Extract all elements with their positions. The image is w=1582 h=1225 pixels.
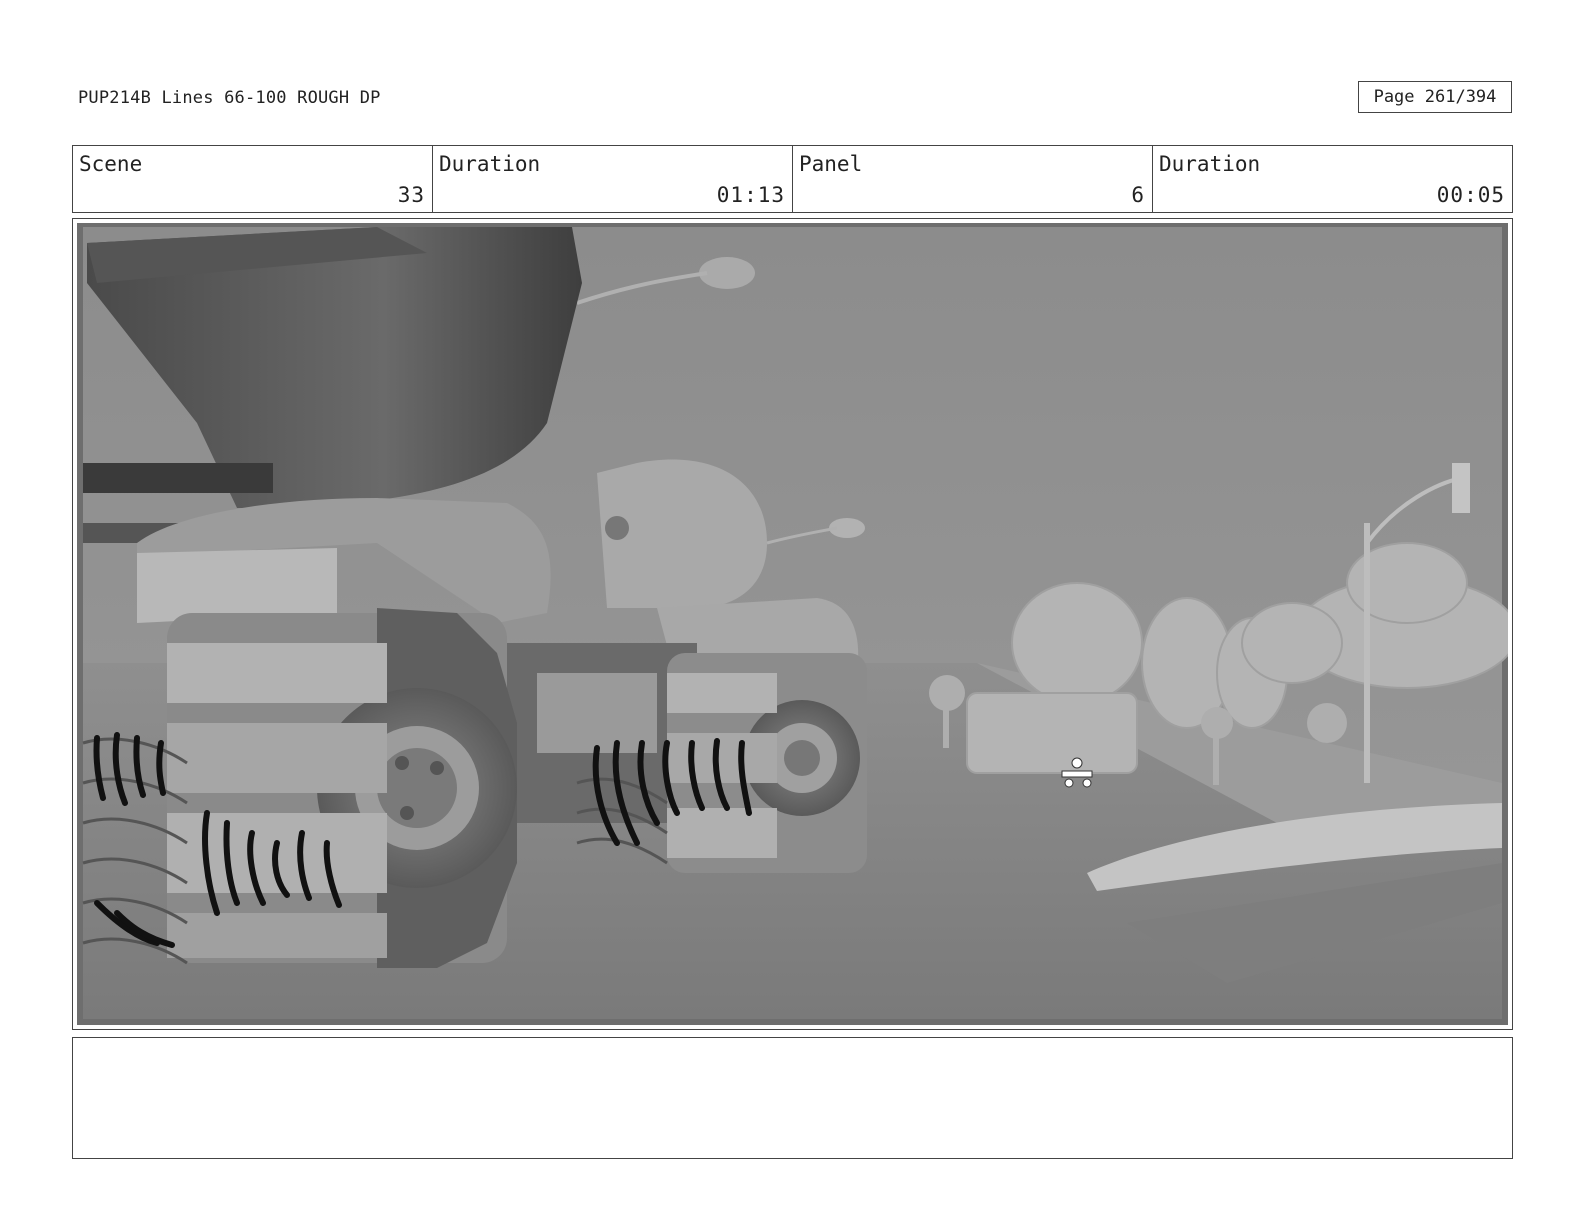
- storyboard-panel-frame: [72, 218, 1513, 1030]
- panel-cell: Panel 6: [793, 146, 1153, 212]
- document-title: PUP214B Lines 66-100 ROUGH DP: [78, 88, 381, 108]
- panel-notes-box: [72, 1037, 1513, 1159]
- scene-value: 33: [397, 183, 425, 207]
- scene-label: Scene: [79, 152, 143, 176]
- scene-info-table: Scene 33 Duration 01:13 Panel 6 Duration…: [72, 145, 1513, 213]
- scene-duration-value: 01:13: [716, 183, 785, 207]
- panel-duration-label: Duration: [1159, 152, 1261, 176]
- panel-label: Panel: [799, 152, 863, 176]
- scene-duration-cell: Duration 01:13: [433, 146, 793, 212]
- panel-duration-value: 00:05: [1436, 183, 1505, 207]
- scene-duration-label: Duration: [439, 152, 541, 176]
- scene-cell: Scene 33: [73, 146, 433, 212]
- storyboard-panel-image: [77, 223, 1508, 1025]
- rear-wheel: [667, 653, 867, 873]
- panel-value: 6: [1131, 183, 1145, 207]
- page-number: Page 261/394: [1373, 87, 1497, 107]
- page-number-box: Page 261/394: [1358, 81, 1512, 113]
- panel-duration-cell: Duration 00:05: [1153, 146, 1512, 212]
